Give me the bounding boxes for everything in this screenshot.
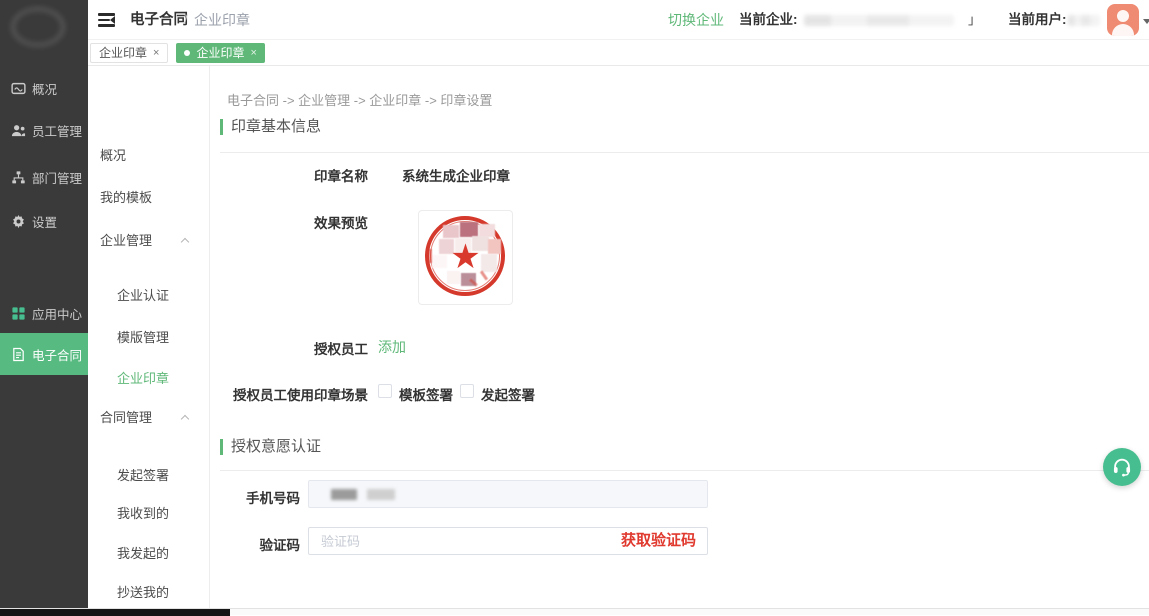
horizontal-scrollbar[interactable] xyxy=(0,608,1149,615)
collapse-menu-icon[interactable] xyxy=(98,13,115,27)
employees-icon xyxy=(11,123,26,138)
menu-item-label: 合同管理 xyxy=(100,410,152,425)
sidebar-item-label: 概况 xyxy=(32,79,57,98)
checkbox-label-template-sign[interactable]: 模板签署 xyxy=(399,384,453,404)
breadcrumb-current[interactable]: 企业印章 xyxy=(194,0,250,40)
chevron-down-icon[interactable] xyxy=(1143,19,1149,24)
menu-item-enterprise-mgmt[interactable]: 企业管理 xyxy=(88,231,210,251)
divider xyxy=(220,470,1149,471)
sidebar-item-employees[interactable]: 员工管理 xyxy=(0,110,88,150)
preview-label: 效果预览 xyxy=(210,212,368,232)
app-center-icon xyxy=(11,306,26,321)
contract-icon xyxy=(11,347,26,362)
menu-item-enterprise-seal[interactable]: 企业印章 xyxy=(88,369,210,389)
switch-company-link[interactable]: 切换企业 xyxy=(668,0,724,40)
close-icon[interactable]: × xyxy=(250,47,256,59)
current-user-label: 当前用户: xyxy=(1008,0,1067,40)
sidebar-item-label: 应用中心 xyxy=(32,304,82,323)
user-name-redacted xyxy=(1068,15,1100,26)
departments-icon xyxy=(11,170,26,185)
menu-item-enterprise-auth[interactable]: 企业认证 xyxy=(88,286,210,306)
active-dot-icon xyxy=(184,50,190,56)
authorized-staff-label: 授权员工 xyxy=(210,338,368,358)
header-app-title: 电子合同 xyxy=(130,0,188,40)
phone-input[interactable] xyxy=(308,480,708,508)
seal-star-icon: ★ xyxy=(419,237,512,277)
close-icon[interactable]: × xyxy=(153,47,159,59)
dashboard-icon xyxy=(11,81,26,96)
user-avatar[interactable] xyxy=(1107,4,1139,36)
menu-item-initiated[interactable]: 我发起的 xyxy=(88,544,210,564)
settings-gear-icon xyxy=(11,214,26,229)
phone-redacted xyxy=(367,489,395,500)
add-staff-link[interactable]: 添加 xyxy=(378,337,406,357)
sidebar-item-e-contract[interactable]: 电子合同 xyxy=(0,333,88,375)
code-label: 验证码 xyxy=(210,534,300,554)
scene-label: 授权员工使用印章场景 xyxy=(210,384,368,404)
seal-name-label: 印章名称 xyxy=(210,165,368,185)
get-code-button[interactable]: 获取验证码 xyxy=(621,527,696,555)
sidebar-item-label: 设置 xyxy=(32,212,57,231)
primary-sidebar: 概况 员工管理 部门管理 设置 应用中心 xyxy=(0,0,88,608)
menu-item-initiate-sign[interactable]: 发起签署 xyxy=(88,466,210,486)
content-breadcrumb: 电子合同 -> 企业管理 -> 企业印章 -> 印章设置 xyxy=(227,90,492,109)
code-input-wrap: 获取验证码 xyxy=(308,527,708,555)
menu-item-contract-mgmt[interactable]: 合同管理 xyxy=(88,408,210,428)
tab-label: 企业印章 xyxy=(99,44,147,61)
menu-item-received[interactable]: 我收到的 xyxy=(88,504,210,524)
section-title-seal-basic: 印章基本信息 xyxy=(220,119,321,135)
menu-item-overview[interactable]: 概况 xyxy=(88,146,210,166)
customer-service-button[interactable] xyxy=(1103,448,1141,486)
top-header: 电子合同 / 企业印章 切换企业 当前企业: 」 当前用户: xyxy=(88,0,1149,40)
divider xyxy=(220,152,1149,153)
company-name-suffix: 」 xyxy=(968,0,981,40)
headset-icon xyxy=(1111,456,1133,478)
avatar-head xyxy=(1117,10,1129,22)
checkbox-label-initiate-sign[interactable]: 发起签署 xyxy=(481,384,535,404)
phone-redacted xyxy=(331,489,357,500)
tab-bar: 企业印章 × 企业印章 × xyxy=(88,40,1149,66)
chevron-up-icon xyxy=(181,415,189,423)
sidebar-item-label: 部门管理 xyxy=(32,168,82,187)
seal-preview-image: ★ xyxy=(418,210,513,305)
menu-item-label: 企业管理 xyxy=(100,233,152,248)
sidebar-item-settings[interactable]: 设置 xyxy=(0,201,88,241)
company-name-redacted xyxy=(804,15,954,26)
section-title-auth-will: 授权意愿认证 xyxy=(220,439,321,455)
phone-label: 手机号码 xyxy=(210,487,300,507)
breadcrumb-separator: / xyxy=(184,0,188,40)
current-company-label: 当前企业: xyxy=(739,0,798,40)
tab-label: 企业印章 xyxy=(196,44,244,61)
checkbox-initiate-sign[interactable] xyxy=(460,384,474,398)
seal-name-value: 系统生成企业印章 xyxy=(402,165,510,185)
secondary-sidebar: 概况 我的模板 企业管理 企业认证 模版管理 企业印章 合同管理 发起签署 我收… xyxy=(88,66,210,608)
sidebar-item-overview[interactable]: 概况 xyxy=(0,68,88,108)
checkbox-template-sign[interactable] xyxy=(378,384,392,398)
menu-item-template-mgmt[interactable]: 模版管理 xyxy=(88,328,210,348)
menu-item-cc-me[interactable]: 抄送我的 xyxy=(88,583,210,603)
chevron-up-icon xyxy=(181,238,189,246)
sidebar-item-departments[interactable]: 部门管理 xyxy=(0,157,88,197)
tab-enterprise-seal-active[interactable]: 企业印章 × xyxy=(176,43,264,63)
sidebar-item-label: 电子合同 xyxy=(32,345,82,364)
avatar-body xyxy=(1112,24,1134,36)
sidebar-item-label: 员工管理 xyxy=(32,121,82,140)
sidebar-item-app-center[interactable]: 应用中心 xyxy=(0,293,88,333)
menu-item-my-templates[interactable]: 我的模板 xyxy=(88,188,210,208)
tab-enterprise-seal[interactable]: 企业印章 × xyxy=(90,43,168,63)
company-logo xyxy=(12,8,64,46)
main-content: 电子合同 -> 企业管理 -> 企业印章 -> 印章设置 印章基本信息 印章名称… xyxy=(210,66,1149,608)
